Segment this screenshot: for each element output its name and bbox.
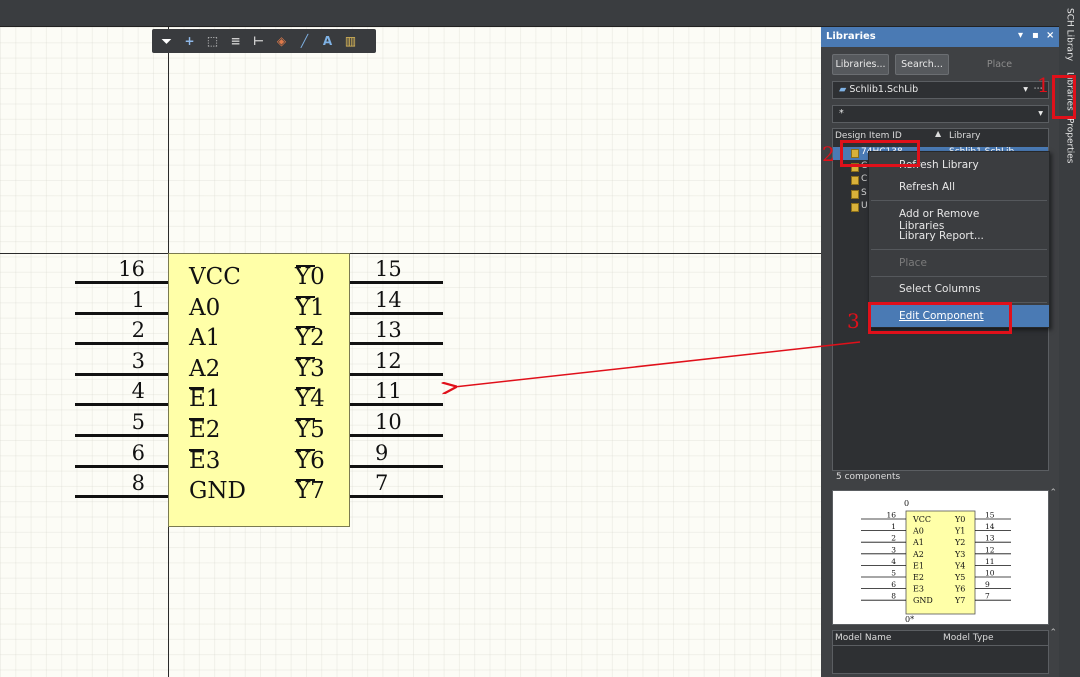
app-window: ⏷ + ⬚ ≡ ⊢ ◈ ╱ A ▥ 16 VCC 1 A0 2 A1 3 A2 4 E1 5 E2 6 E3 8 GND 15 Y… bbox=[0, 0, 1080, 677]
annotation-arrow bbox=[0, 341, 861, 677]
arrow-line bbox=[454, 341, 861, 387]
